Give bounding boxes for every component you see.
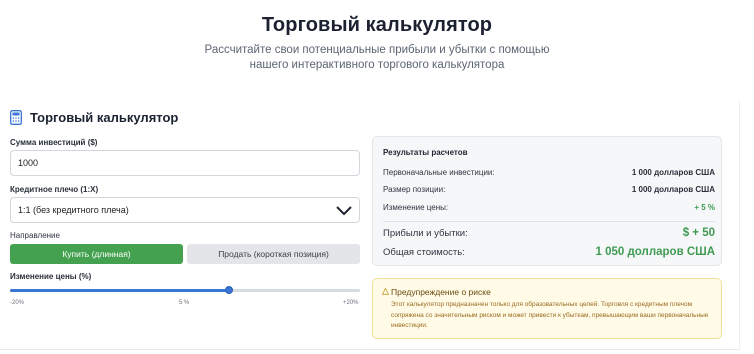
slider-current-label: 5 % [179, 300, 190, 306]
subtitle-line-2: нашего интерактивного торгового калькуля… [249, 59, 505, 71]
slider-fill [10, 289, 229, 292]
slider-handle[interactable] [224, 286, 233, 294]
price-change-result-value: + 5 % [694, 203, 715, 212]
card-header: Торговый калькулятор [10, 108, 178, 126]
position-size-label: Размер позиции: [383, 185, 446, 194]
result-row-pnl: Прибыли и убытки: $ + 50 [383, 227, 715, 239]
price-change-result-label: Изменение цены: [383, 203, 449, 212]
page-title: Торговый калькулятор [261, 14, 493, 36]
result-row-total: Общая стоимость: 1 050 долларов США [383, 246, 715, 258]
initial-investment-label: Первоначальные инвестиции: [383, 168, 495, 177]
investment-value: 1000 [18, 158, 39, 168]
calculator-icon [10, 109, 22, 125]
result-row-change: Изменение цены: + 5 % [383, 203, 715, 212]
results-title: Результаты расчетов [383, 148, 468, 157]
warning-icon [382, 288, 389, 295]
result-row-initial: Первоначальные инвестиции: 1 000 долларо… [383, 168, 715, 177]
results-divider [383, 221, 715, 222]
position-size-value: 1 000 долларов США [631, 185, 715, 194]
buy-long-button[interactable]: Купить (длинная) [10, 244, 183, 264]
risk-warning: Предупреждение о риске Этот калькулятор … [372, 278, 722, 339]
total-value-label: Общая стоимость: [383, 246, 465, 258]
hero-section: Торговый калькулятор Рассчитайте свои по… [0, 0, 754, 100]
results-panel: Результаты расчетов Первоначальные инвес… [372, 136, 722, 266]
card-title: Торговый калькулятор [30, 109, 179, 125]
price-change-label: Изменение цены (%) [10, 272, 92, 281]
initial-investment-value: 1 000 долларов США [631, 168, 715, 177]
leverage-value: 1:1 (без кредитного плеча) [18, 205, 129, 215]
sell-short-button[interactable]: Продать (короткая позиция) [187, 244, 360, 264]
investment-label: Сумма инвестиций ($) [10, 138, 98, 147]
page-subtitle: Рассчитайте свои потенциальные прибыли и… [177, 43, 577, 73]
pnl-value: $ + 50 [682, 227, 715, 239]
result-row-position: Размер позиции: 1 000 долларов США [383, 185, 715, 194]
total-value-amount: 1 050 долларов США [595, 246, 716, 258]
subtitle-line-1: Рассчитайте свои потенциальные прибыли и… [204, 44, 550, 56]
warning-text: Этот калькулятор предназначен только для… [391, 301, 709, 329]
leverage-select[interactable]: 1:1 (без кредитного плеча) [10, 197, 360, 223]
slider-max-label: +20% [343, 300, 359, 306]
price-change-slider[interactable] [10, 289, 360, 292]
investment-input[interactable]: 1000 [10, 150, 360, 176]
slider-min-label: -20% [10, 300, 25, 306]
warning-title: Предупреждение о риске [391, 287, 491, 297]
pnl-label: Прибыли и убытки: [383, 227, 468, 239]
direction-label: Направление [10, 231, 60, 240]
chevron-down-icon [336, 206, 352, 216]
leverage-label: Кредитное плечо (1:X) [10, 185, 99, 194]
